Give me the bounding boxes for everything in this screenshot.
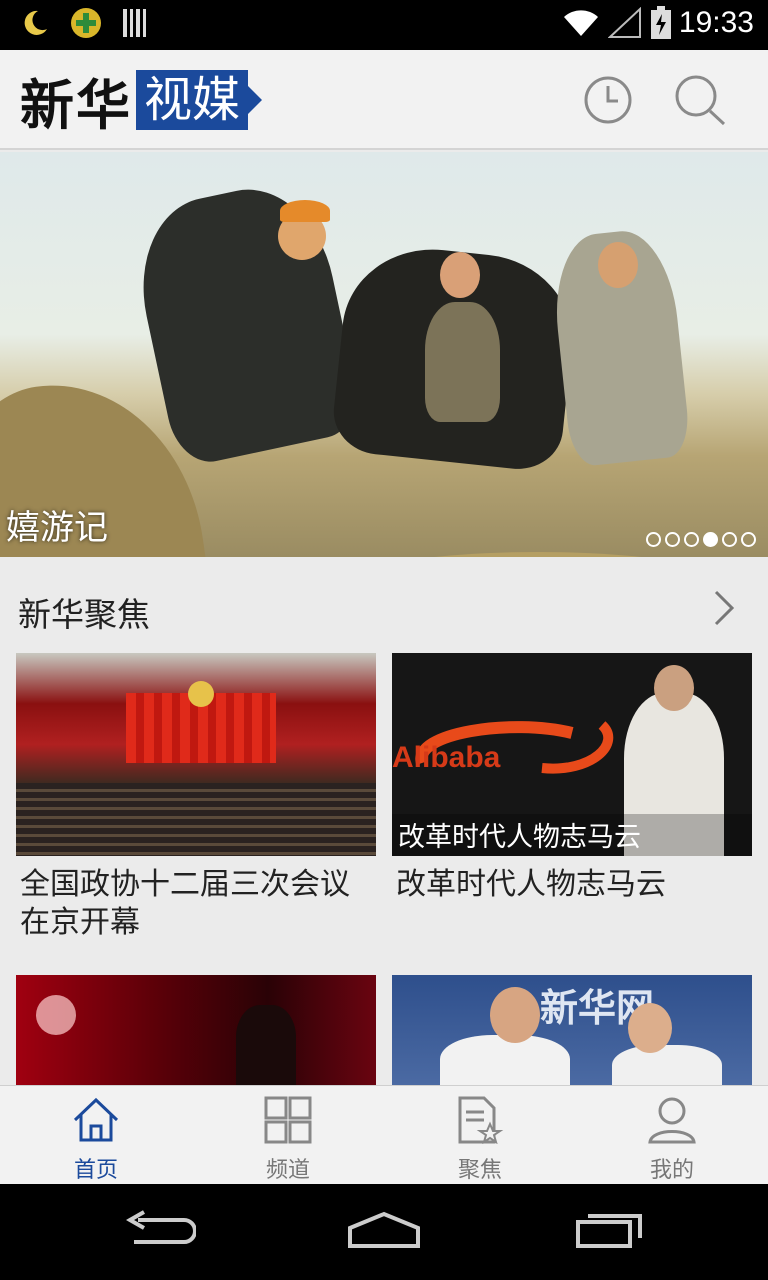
thumb-person-right-face [628, 1003, 672, 1053]
status-right-icons [562, 6, 672, 44]
banner-rock-right [278, 552, 768, 557]
thumb-light [36, 995, 76, 1035]
chevron-right-icon[interactable] [708, 588, 738, 628]
home-icon [71, 1096, 121, 1148]
status-left-icons [20, 8, 150, 42]
thumb-audience [16, 783, 376, 856]
thumb-silhouette [236, 1005, 296, 1085]
barcode-icon [122, 8, 150, 42]
nav-focus-label: 聚焦 [457, 1158, 502, 1183]
section-header[interactable]: 新华聚焦 [0, 566, 768, 646]
grid-icon [264, 1096, 312, 1148]
banner-carousel[interactable]: 嬉游记 [0, 152, 768, 557]
logo-box-text: 视媒 [136, 70, 249, 130]
page-dot[interactable] [665, 532, 680, 547]
page-dot[interactable] [646, 532, 661, 547]
status-bar: 19:33 [0, 0, 768, 50]
moon-icon [20, 8, 50, 42]
nav-home-label: 首页 [73, 1158, 118, 1183]
screen: 19:33 新华 视媒 嬉游记 新华聚焦 全国政协十二届三次会议在京开幕 Ali… [0, 0, 768, 1280]
nav-channels[interactable]: 频道 [192, 1086, 384, 1184]
thumb-emblem [188, 681, 214, 707]
news-card[interactable]: 新华网 [392, 975, 752, 1085]
news-card[interactable]: Alibaba 改革时代人物志马云 改革时代人物志马云 [392, 653, 752, 904]
page-dot-active[interactable] [703, 532, 718, 547]
nav-focus[interactable]: 聚焦 [384, 1086, 576, 1184]
thumb-alibaba-text: Alibaba [392, 741, 501, 774]
page-dot[interactable] [722, 532, 737, 547]
banner-figure-1-hair [280, 200, 330, 222]
nav-profile-label: 我的 [649, 1158, 694, 1183]
thumb-overlay-text: 改革时代人物志马云 [398, 822, 641, 853]
thumb-person-left-face [490, 987, 540, 1043]
thumb-person-face [654, 665, 694, 711]
app-logo[interactable]: 新华 视媒 [20, 68, 249, 137]
news-card[interactable]: 全国政协十二届三次会议在京开幕 [16, 653, 376, 942]
signal-icon [607, 6, 642, 43]
banner-figure-3-face [598, 242, 638, 288]
home-button-icon[interactable] [346, 1210, 422, 1254]
history-clock-icon[interactable] [582, 74, 634, 126]
app-plus-icon [70, 7, 102, 43]
banner-page-indicator [646, 532, 756, 547]
app-bar: 新华 视媒 [0, 50, 768, 150]
wifi-icon [562, 8, 600, 42]
banner-figure-2-body [425, 302, 500, 422]
system-nav-bar [0, 1184, 768, 1280]
thumb-person-left [440, 1035, 570, 1085]
search-icon[interactable] [674, 74, 730, 128]
page-dot[interactable] [684, 532, 699, 547]
status-time: 19:33 [678, 6, 754, 39]
recent-apps-icon[interactable] [574, 1210, 646, 1254]
thumb-person-right [612, 1045, 722, 1085]
news-title: 全国政协十二届三次会议在京开幕 [20, 867, 350, 940]
battery-icon [650, 6, 672, 44]
back-icon[interactable] [124, 1210, 197, 1254]
news-card[interactable] [16, 975, 376, 1085]
nav-home[interactable]: 首页 [0, 1086, 192, 1184]
nav-channels-label: 频道 [265, 1158, 310, 1183]
section-title: 新华聚焦 [18, 595, 150, 634]
banner-figure-2-face [440, 252, 480, 298]
banner-caption: 嬉游记 [6, 508, 108, 548]
news-title: 改革时代人物志马云 [396, 867, 666, 902]
logo-text: 新华 [20, 72, 132, 137]
person-icon [647, 1096, 697, 1148]
news-thumbnail[interactable] [16, 653, 376, 856]
news-thumbnail[interactable] [16, 975, 376, 1085]
news-thumbnail[interactable]: Alibaba 改革时代人物志马云 [392, 653, 752, 856]
news-thumbnail[interactable]: 新华网 [392, 975, 752, 1085]
nav-profile[interactable]: 我的 [576, 1086, 768, 1184]
bottom-nav: 首页 频道 聚焦 我的 [0, 1085, 768, 1184]
document-star-icon [456, 1096, 504, 1148]
page-dot[interactable] [741, 532, 756, 547]
